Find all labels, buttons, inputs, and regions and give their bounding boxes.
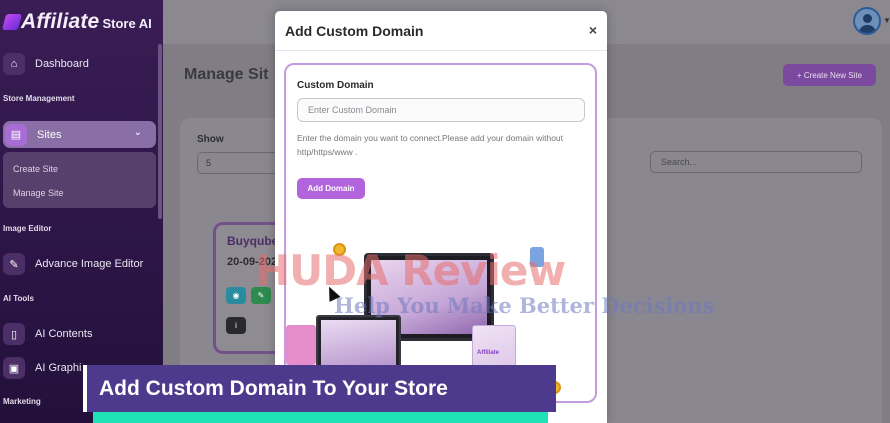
box-logo: Affiliate: [477, 350, 500, 356]
info-icon: i: [235, 321, 237, 330]
caret-down-icon[interactable]: ▼: [883, 16, 890, 25]
logo-mark-icon: [1, 14, 23, 30]
document-icon: ▯: [3, 323, 25, 345]
shopping-bag-icon: [286, 325, 316, 365]
chevron-down-icon: ⌄: [133, 127, 142, 138]
brush-icon: ✎: [3, 253, 25, 275]
info-button[interactable]: i: [226, 317, 246, 334]
section-marketing: Marketing: [3, 397, 41, 406]
sidebar-item-create-site[interactable]: Create Site: [13, 164, 58, 174]
sidebar-item-manage-site[interactable]: Manage Site: [13, 188, 64, 198]
sidebar-item-sites[interactable]: ▤ Sites ⌄: [3, 121, 156, 148]
image-icon: ▣: [3, 357, 25, 379]
logo-main-text: Affiliate: [21, 10, 100, 33]
sidebar-item-ai-contents[interactable]: ▯ AI Contents: [3, 323, 92, 345]
section-ai-tools: AI Tools: [3, 294, 34, 303]
close-icon[interactable]: ×: [589, 22, 597, 38]
caption-banner: Add Custom Domain To Your Store: [83, 365, 556, 412]
create-new-site-button[interactable]: + Create New Site: [783, 64, 876, 86]
custom-domain-label: Custom Domain: [297, 80, 374, 91]
watermark-tagline: Help You Make Better Decisions: [334, 293, 715, 318]
caption-accent-bar: [83, 365, 87, 412]
add-domain-button[interactable]: Add Domain: [297, 178, 365, 199]
show-label: Show: [197, 134, 224, 145]
sidebar-scrollbar[interactable]: [158, 44, 162, 219]
domain-form: Custom Domain Enter the domain you want …: [284, 63, 597, 403]
home-icon: ⌂: [3, 53, 25, 75]
caption-text: Add Custom Domain To Your Store: [99, 376, 448, 400]
domain-hint-text: Enter the domain you want to connect.Ple…: [297, 133, 564, 157]
section-image-editor: Image Editor: [3, 224, 52, 233]
sidebar-item-label: AI Contents: [35, 328, 93, 340]
section-store-management: Store Management: [3, 94, 75, 103]
sites-submenu: Create Site Manage Site: [3, 152, 156, 208]
add-custom-domain-modal: Add Custom Domain × Custom Domain Enter …: [275, 11, 607, 423]
sidebar-item-label: Sites: [37, 128, 62, 141]
page-title: Manage Sit: [184, 66, 269, 83]
eye-icon: ◉: [232, 291, 240, 300]
custom-domain-input[interactable]: [297, 98, 585, 122]
show-entries-select[interactable]: 5: [197, 152, 287, 174]
modal-header: Add Custom Domain ×: [275, 11, 607, 51]
caption-underline: [93, 412, 548, 423]
store-icon: ▤: [5, 123, 27, 146]
sidebar-item-label: Advance Image Editor: [35, 258, 144, 270]
app-logo[interactable]: Affiliate Store AI: [1, 8, 152, 34]
avatar-head: [863, 14, 872, 23]
sidebar-item-dashboard[interactable]: ⌂ Dashboard: [3, 53, 89, 75]
sidebar: Affiliate Store AI ⌂ Dashboard Store Man…: [0, 0, 163, 423]
modal-title: Add Custom Domain: [285, 23, 424, 39]
logo-sub-text: Store AI: [102, 16, 152, 31]
sidebar-item-label: Dashboard: [35, 58, 89, 70]
laptop-screen: [321, 320, 396, 368]
sidebar-item-label: AI Graphi: [35, 362, 82, 374]
sidebar-item-ai-graphics[interactable]: ▣ AI Graphi: [3, 357, 81, 379]
sidebar-item-advance-image-editor[interactable]: ✎ Advance Image Editor: [3, 253, 143, 275]
view-button[interactable]: ◉: [226, 287, 246, 304]
watermark-title: HUDA Review: [255, 246, 566, 295]
avatar[interactable]: [853, 7, 881, 35]
search-input[interactable]: Search...: [650, 151, 862, 173]
